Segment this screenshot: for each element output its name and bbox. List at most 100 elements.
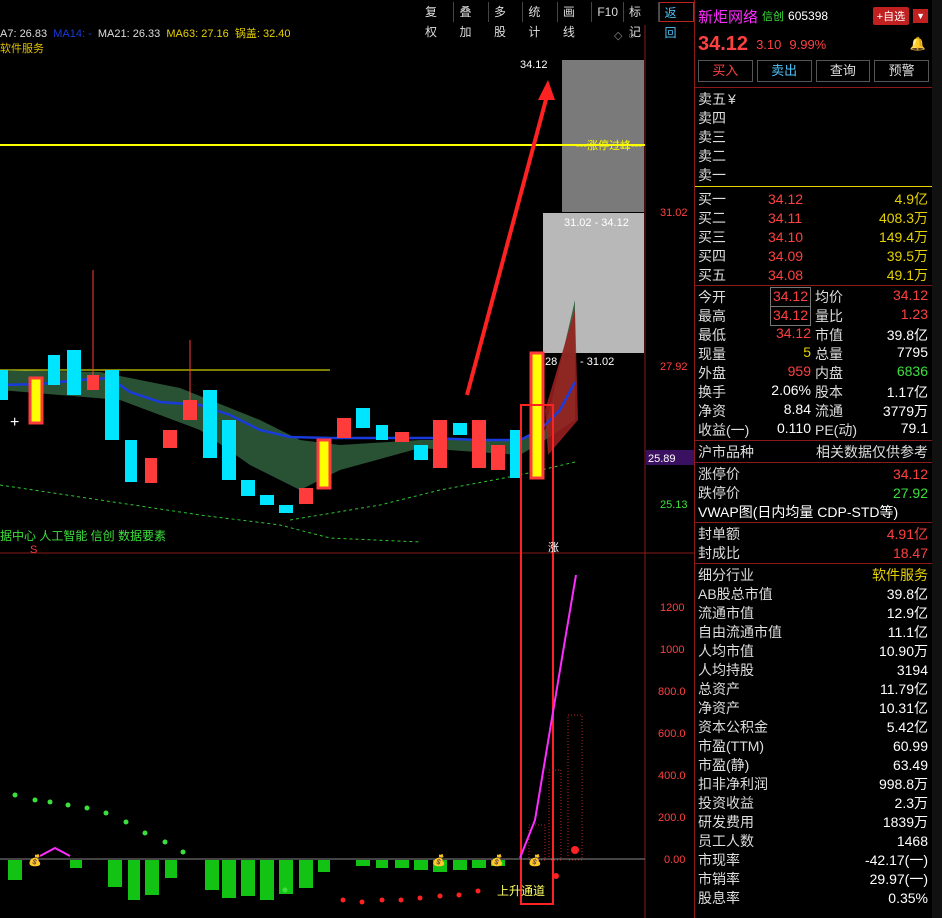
highlight-box	[520, 404, 554, 905]
fundamentals-row: 人均市值 10.90万	[698, 642, 928, 659]
fundamentals-row: 股息率 0.35%	[698, 889, 928, 906]
range-label-2: 28	[545, 356, 557, 368]
ind-axis-200: 200.0	[658, 812, 686, 824]
ind-axis-0: 0.00	[664, 854, 685, 866]
money-bag-icon: 💰	[490, 854, 504, 867]
seal-row: 封单额 4.91亿	[698, 525, 928, 542]
stock-name: 新炬网络	[698, 8, 759, 26]
fundamentals-row: 流通市值 12.9亿	[698, 604, 928, 621]
axis-label-27: 27.92	[660, 361, 688, 373]
diamond-icon[interactable]: ◇	[614, 30, 623, 42]
price-header: 34.12 3.10 9.99% 🔔	[695, 32, 932, 56]
axis-label-31: 31.02	[660, 207, 688, 219]
stock-code: 605398	[788, 9, 829, 23]
s-marker: S	[30, 544, 37, 556]
range-label-3: - 31.02	[580, 356, 614, 368]
fundamentals-row: 市盈(静) 63.49	[698, 756, 928, 773]
buy-book: 买一 34.12 4.9亿 买二 34.11 408.3万 买三 34.10 149.4万 买四 3…	[695, 189, 932, 284]
limit_prices-row: 跌停价 27.92	[698, 484, 928, 501]
quote-cell: 现量 5	[698, 343, 811, 362]
quote-cell: 流通 3779万	[815, 402, 928, 419]
sell-book: 卖五 ¥ 卖四 卖三 卖二 卖一	[695, 89, 932, 184]
quote-row: 最低 34.12 市值 39.8亿	[695, 325, 932, 344]
fundamentals-row: 市盈(TTM) 60.99	[698, 737, 928, 754]
stock-tag: 信创	[762, 11, 785, 23]
sell-level-4: 卖四	[698, 109, 726, 126]
concept-text: 据中心 人工智能 信创 数据要素	[0, 528, 166, 543]
fundamentals: AB股总市值 39.8亿 流通市值 12.9亿 自由流通市值 11.1亿 人均市值 10.90…	[695, 584, 932, 907]
fundamentals-row: 投资收益 2.3万	[698, 794, 928, 811]
kline-chart-area[interactable]: 复权 叠加 多股 统计 画线 F10 标记 返回 A7: 26.83 MA14:…	[0, 0, 694, 918]
fundamentals-row: 市现率 -42.17(一)	[698, 851, 928, 868]
magenta-indicator-line	[519, 574, 577, 859]
price-change: 3.10	[756, 36, 782, 52]
bell-icon[interactable]: 🔔	[910, 36, 926, 52]
side-strip	[932, 0, 942, 918]
current-price: 34.12	[698, 32, 749, 55]
sell-button[interactable]: 卖出	[756, 60, 812, 82]
buy-level-5[interactable]: 买五 34.08 49.1万	[695, 265, 932, 284]
fundamentals-row: 扣非净利润 998.8万	[698, 775, 928, 792]
stock-header: 新炬网络 信创 605398 +自选 ▼	[695, 0, 932, 32]
limit_prices-row: 涨停价 34.12	[698, 465, 928, 482]
fundamentals-row: 员工人数 1468	[698, 832, 928, 849]
price-tag-value: 25.89	[648, 453, 676, 465]
range-label: 31.02 - 34.12	[564, 217, 629, 229]
fundamentals-row: 总资产 11.79亿	[698, 680, 928, 697]
fundamentals-row: 市销率 29.97(一)	[698, 870, 928, 887]
ind-axis-1200: 1200	[660, 602, 684, 614]
quote-row: 现量 5 总量 7795	[695, 344, 932, 363]
add-favorite-button[interactable]: +自选	[872, 7, 910, 25]
ind-axis-1000: 1000	[660, 644, 684, 656]
chevron-down-icon[interactable]: ▼	[913, 9, 928, 23]
quote-cell: 外盘 959	[698, 362, 811, 381]
market-row: 沪市品种 相关数据仅供参考	[698, 443, 928, 460]
resistance-block-upper	[562, 60, 644, 212]
quote-row: 换手 2.06% 股本 1.17亿	[695, 382, 932, 401]
quote-cell: 总量 7795	[815, 343, 928, 362]
buy-level-3[interactable]: 买三 34.10 149.4万	[695, 227, 932, 246]
alert-button[interactable]: 预警	[874, 60, 929, 82]
fundamentals-row: 资本公积金 5.42亿	[698, 718, 928, 735]
sell-level-5: 卖五 ¥	[698, 90, 736, 107]
fundamentals-row: 人均持股 3194	[698, 661, 928, 678]
quote-row: 外盘 959 内盘 6836	[695, 363, 932, 382]
axis-label-25: 25.13	[660, 499, 688, 511]
quote-cell: 最低 34.12	[698, 324, 811, 343]
quote-grid: 今开 34.12 均价 34.12 最高 34.12 量比 1.23 最低 34.12 市值 39.8…	[695, 286, 932, 439]
quote-cell: 最高 34.12	[698, 305, 815, 326]
sell-level-3: 卖三	[698, 128, 726, 145]
ind-axis-800: 800.0	[658, 686, 686, 698]
quote-cell: 内盘 6836	[815, 362, 928, 381]
query-button[interactable]: 查询	[815, 60, 871, 82]
resistance-block-lower	[543, 213, 644, 353]
trade-buttons: 买入 卖出 查询 预警	[695, 56, 932, 86]
svg-text:+: +	[10, 414, 19, 431]
fundamentals-row: 研发费用 1839万	[698, 813, 928, 830]
rising-channel-label: 上升通道	[497, 884, 545, 898]
buy-level-4[interactable]: 买四 34.09 39.5万	[695, 246, 932, 265]
money-bag-icon: 💰	[28, 854, 42, 867]
cloud-band	[0, 300, 575, 490]
buy-level-2[interactable]: 买二 34.11 408.3万	[695, 208, 932, 227]
money-bag-icon: 💰	[528, 854, 542, 867]
quote-cell: 今开 34.12	[698, 286, 815, 307]
buy-button[interactable]: 买入	[698, 60, 753, 82]
high-label: 34.12	[520, 59, 548, 71]
quote-cell: 换手 2.06%	[698, 381, 811, 400]
quote-cell: 均价 34.12	[815, 286, 928, 305]
chart-canvas: ◇ ○ 31.02 27.92 25.13 25.89 34.12 31.02 …	[0, 25, 694, 918]
limit-prices: 涨停价 34.12 跌停价 27.92	[695, 464, 932, 502]
buy-level-1[interactable]: 买一 34.12 4.9亿	[695, 189, 932, 208]
circle-icon[interactable]: ○	[628, 30, 635, 42]
quote-panel: 新炬网络 信创 605398 +自选 ▼ 34.12 3.10 9.99% 🔔 …	[694, 0, 932, 918]
quote-cell: 量比 1.23	[815, 305, 928, 324]
vwap-row[interactable]: VWAP图(日内均量 CDP-STD等)	[695, 502, 932, 521]
fundamentals-row: 净资产 10.31亿	[698, 699, 928, 716]
quote-cell: 股本 1.17亿	[815, 383, 928, 400]
sell-level-2: 卖二	[698, 147, 726, 164]
ind-axis-400: 400.0	[658, 770, 686, 782]
quote-row: 收益(一) 0.110 PE(动) 79.1	[695, 420, 932, 439]
sell-level-1: 卖一	[698, 166, 726, 183]
quote-cell: 市值 39.8亿	[815, 326, 928, 343]
